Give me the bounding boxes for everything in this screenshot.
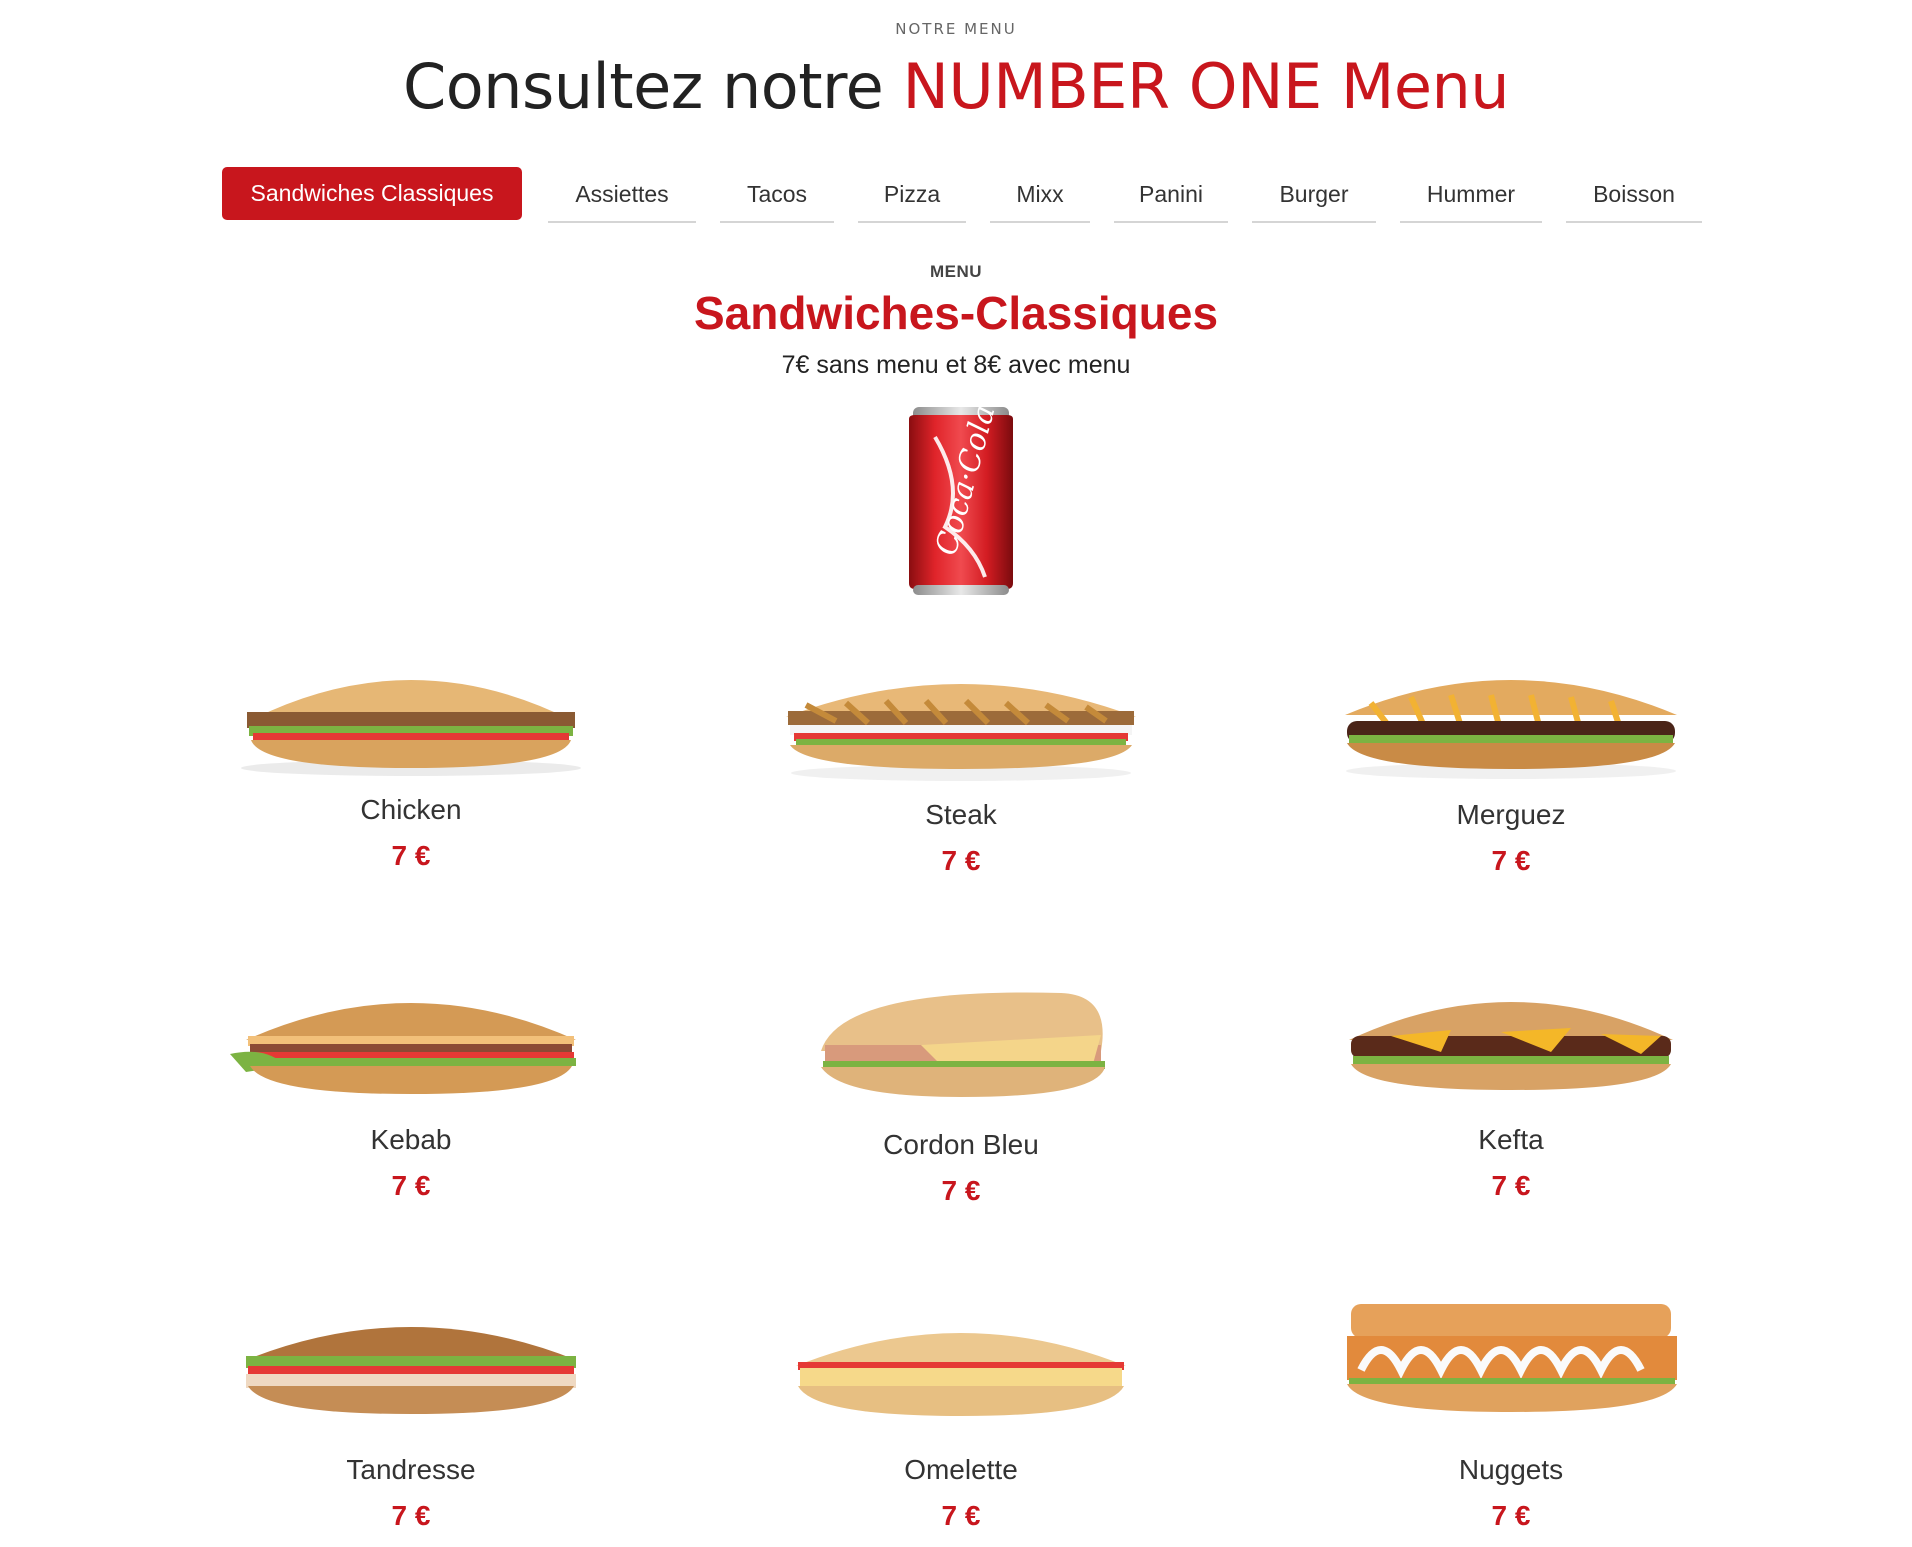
item-price: 7 € xyxy=(391,1500,431,1531)
item-name: Omelette xyxy=(904,1454,1018,1485)
section-eyebrow: MENU xyxy=(929,262,983,281)
menu-item-cordon-bleu[interactable]: Cordon Bleu 7 € xyxy=(761,975,1161,1207)
tab-panini[interactable]: Panini xyxy=(1114,167,1228,223)
title-prefix: Consultez notre xyxy=(402,50,903,123)
item-price: 7 € xyxy=(391,840,431,871)
menu-item-kefta[interactable]: Kefta 7 € xyxy=(1311,970,1711,1202)
item-name: Kefta xyxy=(1478,1124,1544,1155)
menu-item-steak[interactable]: Steak 7 € xyxy=(761,645,1161,877)
cola-can-image: Coca·Cola xyxy=(909,407,1013,595)
steak-sandwich-image xyxy=(786,684,1136,781)
tab-burger[interactable]: Burger xyxy=(1252,167,1376,223)
page-title: Consultez notre NUMBER ONE Menu xyxy=(0,50,1912,123)
tab-boisson[interactable]: Boisson xyxy=(1566,167,1702,223)
item-price: 7 € xyxy=(941,845,981,876)
menu-item-merguez[interactable]: Merguez 7 € xyxy=(1311,645,1711,877)
item-price: 7 € xyxy=(1491,1500,1531,1531)
tab-pizza[interactable]: Pizza xyxy=(858,167,966,223)
menu-item-nuggets[interactable]: Nuggets 7 € xyxy=(1311,1300,1711,1532)
tandresse-sandwich-image xyxy=(246,1327,576,1414)
menu-item-chicken[interactable]: Chicken 7 € xyxy=(211,640,611,872)
tab-mixx[interactable]: Mixx xyxy=(990,167,1090,223)
item-price: 7 € xyxy=(941,1175,981,1206)
item-name: Chicken xyxy=(360,794,462,825)
tab-tacos[interactable]: Tacos xyxy=(720,167,834,223)
item-name: Nuggets xyxy=(1458,1454,1564,1485)
cordon-bleu-sandwich-image xyxy=(821,992,1105,1097)
item-name: Tandresse xyxy=(346,1454,476,1485)
tab-assiettes[interactable]: Assiettes xyxy=(548,167,696,223)
menu-item-tandresse[interactable]: Tandresse 7 € xyxy=(211,1300,611,1532)
item-name: Steak xyxy=(925,799,997,830)
kefta-sandwich-image xyxy=(1349,1002,1673,1090)
tab-sandwiches-classiques[interactable]: Sandwiches Classiques xyxy=(222,167,522,220)
merguez-sandwich-image xyxy=(1345,680,1677,779)
menu-item-omelette[interactable]: Omelette 7 € xyxy=(761,1300,1161,1532)
item-name: Kebab xyxy=(370,1124,452,1155)
item-name: Cordon Bleu xyxy=(883,1129,1039,1160)
item-name: Merguez xyxy=(1456,799,1566,830)
section-subtitle: 7€ sans menu et 8€ avec menu xyxy=(781,351,1131,379)
title-accent: NUMBER ONE Menu xyxy=(902,50,1510,123)
item-price: 7 € xyxy=(941,1500,981,1531)
item-price: 7 € xyxy=(391,1170,431,1201)
menu-eyebrow: NOTRE MENU xyxy=(895,20,1017,38)
item-price: 7 € xyxy=(1491,845,1531,876)
nuggets-sandwich-image xyxy=(1347,1304,1677,1412)
item-price: 7 € xyxy=(1491,1170,1531,1201)
omelette-sandwich-image xyxy=(796,1333,1126,1416)
section-title: Sandwiches-Classiques xyxy=(693,287,1219,339)
chicken-sandwich-image xyxy=(241,680,581,776)
menu-item-kebab[interactable]: Kebab 7 € xyxy=(211,970,611,1202)
tab-hummer[interactable]: Hummer xyxy=(1400,167,1542,223)
kebab-sandwich-image xyxy=(230,1003,576,1094)
